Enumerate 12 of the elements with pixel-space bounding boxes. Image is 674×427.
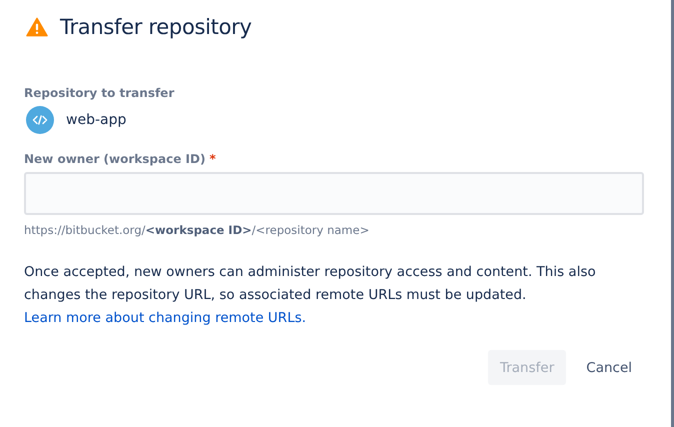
field-label: Repository to transfer: [24, 86, 176, 100]
notice-text: Once accepted, new owners can administer repository access and content. This also changes the repository URL, so associated remote URLs must be updated. Learn more about changing remote URLs.: [24, 263, 597, 328]
dialog-title: Transfer repository: [60, 15, 252, 39]
cancel-button[interactable]: Cancel: [574, 350, 644, 385]
input-field[interactable]: [24, 172, 644, 215]
field-label: New owner (workspace ID): [24, 152, 206, 166]
url-hint: https://bitbucket.org/<workspace ID>/<repository name>: [24, 223, 370, 237]
code-icon: [26, 106, 54, 134]
repository-name: web-app: [66, 112, 126, 128]
learn-more-link[interactable]: Learn more about changing remote URLs.: [24, 310, 306, 326]
required-mark: *: [209, 152, 216, 166]
warning-icon: [26, 16, 48, 38]
